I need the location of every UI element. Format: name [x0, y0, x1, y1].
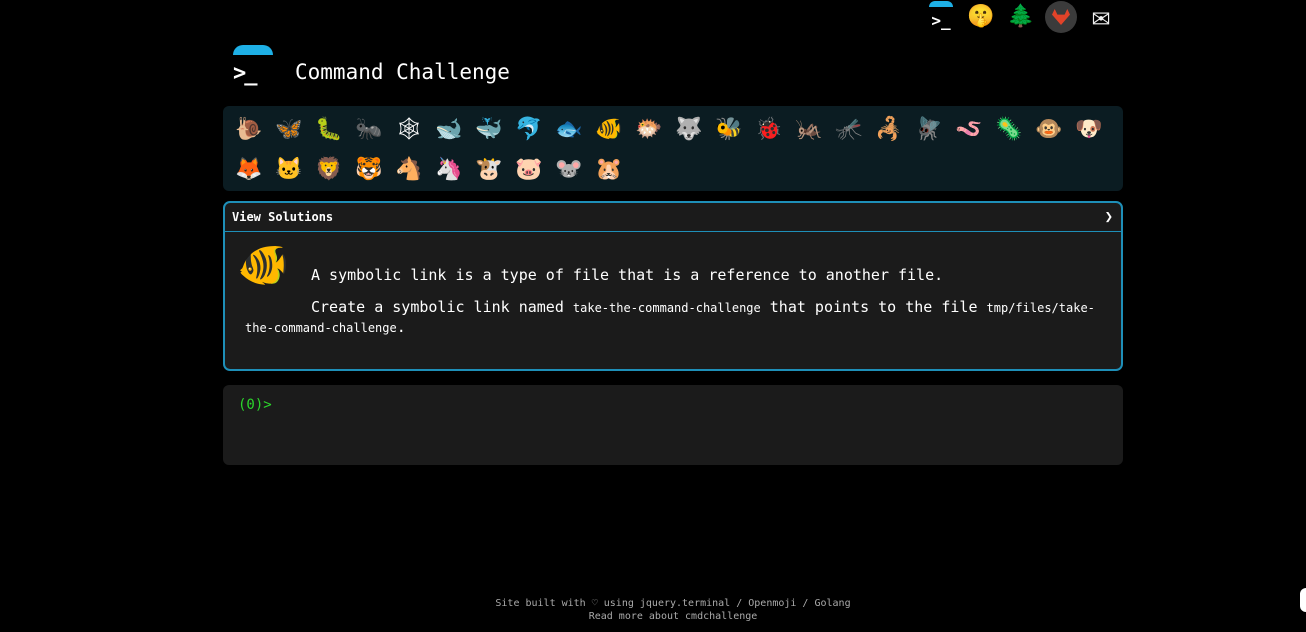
- footer-credits: Site built with ♡ using jquery.terminal …: [495, 598, 851, 609]
- task-suffix: .: [396, 318, 406, 336]
- terminal[interactable]: (0)>: [223, 385, 1123, 465]
- read-more-link[interactable]: Read more about cmdchallenge: [589, 611, 758, 622]
- hamster-icon[interactable]: 🐹: [589, 150, 629, 190]
- butterfly-icon[interactable]: 🦋: [269, 110, 309, 150]
- mouse-face-icon[interactable]: 🐭: [549, 150, 589, 190]
- whale-icon[interactable]: 🐋: [429, 110, 469, 150]
- dog-face-icon[interactable]: 🐶: [1069, 110, 1109, 150]
- lion-icon[interactable]: 🦁: [309, 150, 349, 190]
- terminal-icon[interactable]: >_: [925, 1, 957, 33]
- cow-face-icon[interactable]: 🐮: [469, 150, 509, 190]
- worm-icon[interactable]: 🪱: [949, 110, 989, 150]
- challenge-panel: View Solutions ❯ 🐠 A symbolic link is a …: [223, 201, 1123, 371]
- blowfish-icon[interactable]: 🐡: [629, 110, 669, 150]
- logo-prompt: >_: [233, 61, 257, 86]
- gitlab-fox-shape: [1052, 9, 1070, 25]
- ladybug-icon[interactable]: 🐞: [749, 110, 789, 150]
- monkey-face-icon[interactable]: 🐵: [1029, 110, 1069, 150]
- scroll-widget[interactable]: [1300, 588, 1306, 612]
- view-solutions-label: View Solutions: [232, 210, 334, 224]
- terminal-icon-prompt: >_: [931, 11, 951, 30]
- tree-icon[interactable]: 🌲: [1005, 1, 1037, 33]
- cat-face-icon[interactable]: 🐱: [269, 150, 309, 190]
- shushing-face-icon[interactable]: 🤫: [965, 1, 997, 33]
- fish-icon[interactable]: 🐟: [549, 110, 589, 150]
- mail-icon[interactable]: ✉: [1085, 1, 1117, 33]
- tiger-icon[interactable]: 🐯: [349, 150, 389, 190]
- fox-icon[interactable]: 🦊: [229, 150, 269, 190]
- wolf-icon[interactable]: 🐺: [669, 110, 709, 150]
- mosquito-icon[interactable]: 🦟: [829, 110, 869, 150]
- caterpillar-icon[interactable]: 🐛: [309, 110, 349, 150]
- terminal-icon-cap: [929, 1, 953, 7]
- tropical-fish-icon[interactable]: 🐠: [589, 110, 629, 150]
- bee-icon[interactable]: 🐝: [709, 110, 749, 150]
- terminal-cursor[interactable]: [272, 398, 280, 413]
- snail-icon[interactable]: 🐌: [229, 110, 269, 150]
- challenge-task: Create a symbolic link named take-the-co…: [245, 298, 1095, 338]
- page-title: Command Challenge: [295, 60, 510, 84]
- challenge-intro: A symbolic link is a type of file that i…: [311, 266, 944, 284]
- task-prefix: Create a symbolic link named: [311, 298, 573, 316]
- view-solutions-toggle[interactable]: View Solutions ❯: [225, 203, 1121, 232]
- challenge-selector: 🐌 🦋 🐛 🐜 🕸 🐋 🐳 🐬 🐟 🐠 🐡 🐺 🐝 🐞 🦗 🦟 🦂 🪰 🪱 🦠 🐵 🐶 🦊 🐱 🦁 🐯 🐴 🦄 🐮 🐷 🐭 🐹: [223, 106, 1123, 191]
- microbe-icon[interactable]: 🦠: [989, 110, 1029, 150]
- scorpion-icon[interactable]: 🦂: [869, 110, 909, 150]
- pig-face-icon[interactable]: 🐷: [509, 150, 549, 190]
- task-middle: that points to the file: [760, 298, 987, 316]
- spider-web-icon[interactable]: 🕸: [389, 110, 429, 150]
- spouting-whale-icon[interactable]: 🐳: [469, 110, 509, 150]
- tropical-fish-icon: 🐠: [237, 240, 290, 289]
- top-nav: >_ 🤫 🌲 ✉: [925, 0, 1117, 34]
- link-name-code: take-the-command-challenge: [572, 301, 761, 315]
- ant-icon[interactable]: 🐜: [349, 110, 389, 150]
- unicorn-icon[interactable]: 🦄: [429, 150, 469, 190]
- gitlab-icon[interactable]: [1045, 1, 1077, 33]
- chevron-right-icon: ❯: [1104, 209, 1113, 225]
- logo-dome: [233, 45, 273, 55]
- footer: Site built with ♡ using jquery.terminal …: [0, 597, 1306, 623]
- dolphin-icon[interactable]: 🐬: [509, 110, 549, 150]
- fly-icon[interactable]: 🪰: [909, 110, 949, 150]
- site-logo[interactable]: >_: [231, 45, 273, 87]
- terminal-prompt: (0)>: [238, 397, 272, 413]
- cricket-icon[interactable]: 🦗: [789, 110, 829, 150]
- horse-icon[interactable]: 🐴: [389, 150, 429, 190]
